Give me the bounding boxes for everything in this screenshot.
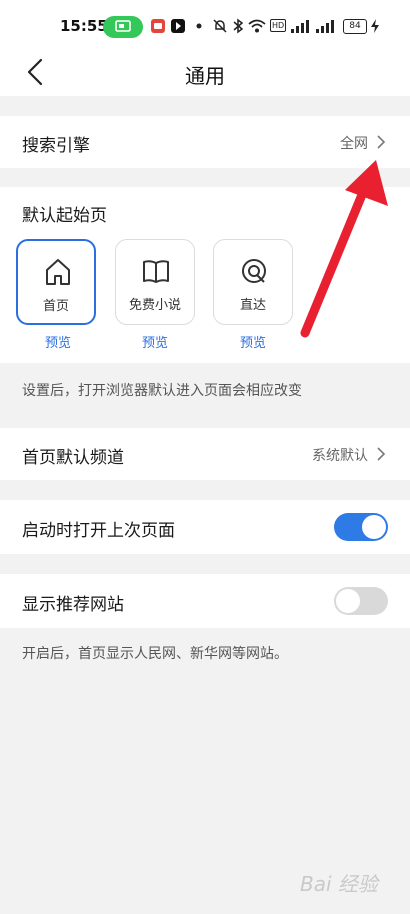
battery-indicator: 84 [343, 19, 367, 34]
toggle-knob [362, 515, 386, 539]
app-notification-icon [151, 19, 165, 33]
toggle-knob [336, 589, 360, 613]
recommended-sites-note: 开启后，首页显示人民网、新华网等网站。 [22, 646, 288, 662]
home-channel-label: 首页默认频道 [22, 448, 124, 468]
recommended-sites-row: 显示推荐网站 [0, 574, 410, 628]
chevron-right-icon [377, 447, 386, 461]
preview-novel-link[interactable]: 预览 [115, 332, 195, 351]
book-icon [143, 260, 169, 283]
recommended-sites-label: 显示推荐网站 [22, 595, 124, 615]
preview-direct-link[interactable]: 预览 [213, 332, 293, 351]
direct-icon [242, 259, 266, 283]
start-tile-direct[interactable]: 直达 [213, 239, 293, 325]
dot-icon [196, 23, 202, 29]
signal-2-icon [316, 20, 334, 33]
status-bar: 15:55 HD 84 [0, 0, 410, 52]
chevron-right-icon [377, 135, 386, 149]
watermark: Bai 经验 [300, 872, 378, 896]
preview-home-link[interactable]: 预览 [18, 332, 98, 351]
start-page-label: 默认起始页 [22, 206, 107, 226]
hd-badge: HD [270, 19, 287, 32]
bluetooth-icon [233, 18, 244, 34]
search-engine-value: 全网 [340, 136, 368, 152]
recommended-sites-toggle[interactable] [334, 587, 388, 615]
restore-last-toggle[interactable] [334, 513, 388, 541]
start-tile-direct-label: 直达 [239, 298, 266, 313]
start-page-section: 默认起始页 首页 预览 免费小说 预览 直达 预览 [0, 187, 410, 363]
restore-last-row: 启动时打开上次页面 [0, 500, 410, 554]
start-tile-home[interactable]: 首页 [16, 239, 96, 325]
charging-icon [371, 19, 379, 33]
home-channel-row[interactable]: 首页默认频道 系统默认 [0, 428, 410, 480]
start-tile-novel[interactable]: 免费小说 [115, 239, 195, 325]
start-tile-home-label: 首页 [42, 299, 69, 314]
status-time: 15:55 [60, 17, 108, 35]
restore-last-label: 启动时打开上次页面 [22, 521, 175, 541]
search-engine-label: 搜索引擎 [22, 136, 90, 156]
start-tile-novel-label: 免费小说 [128, 298, 181, 313]
wifi-icon [248, 19, 266, 33]
home-channel-value: 系统默认 [312, 448, 368, 464]
screen-cast-indicator[interactable] [103, 16, 143, 38]
page-title: 通用 [185, 64, 225, 88]
signal-1-icon [291, 20, 309, 33]
mute-icon [213, 19, 227, 33]
home-icon [46, 259, 70, 285]
tiktok-notification-icon [171, 19, 185, 33]
header-bar: 通用 [0, 52, 410, 96]
search-engine-row[interactable]: 搜索引擎 全网 [0, 116, 410, 168]
start-page-note: 设置后，打开浏览器默认进入页面会相应改变 [22, 383, 302, 399]
cast-icon [115, 20, 131, 32]
